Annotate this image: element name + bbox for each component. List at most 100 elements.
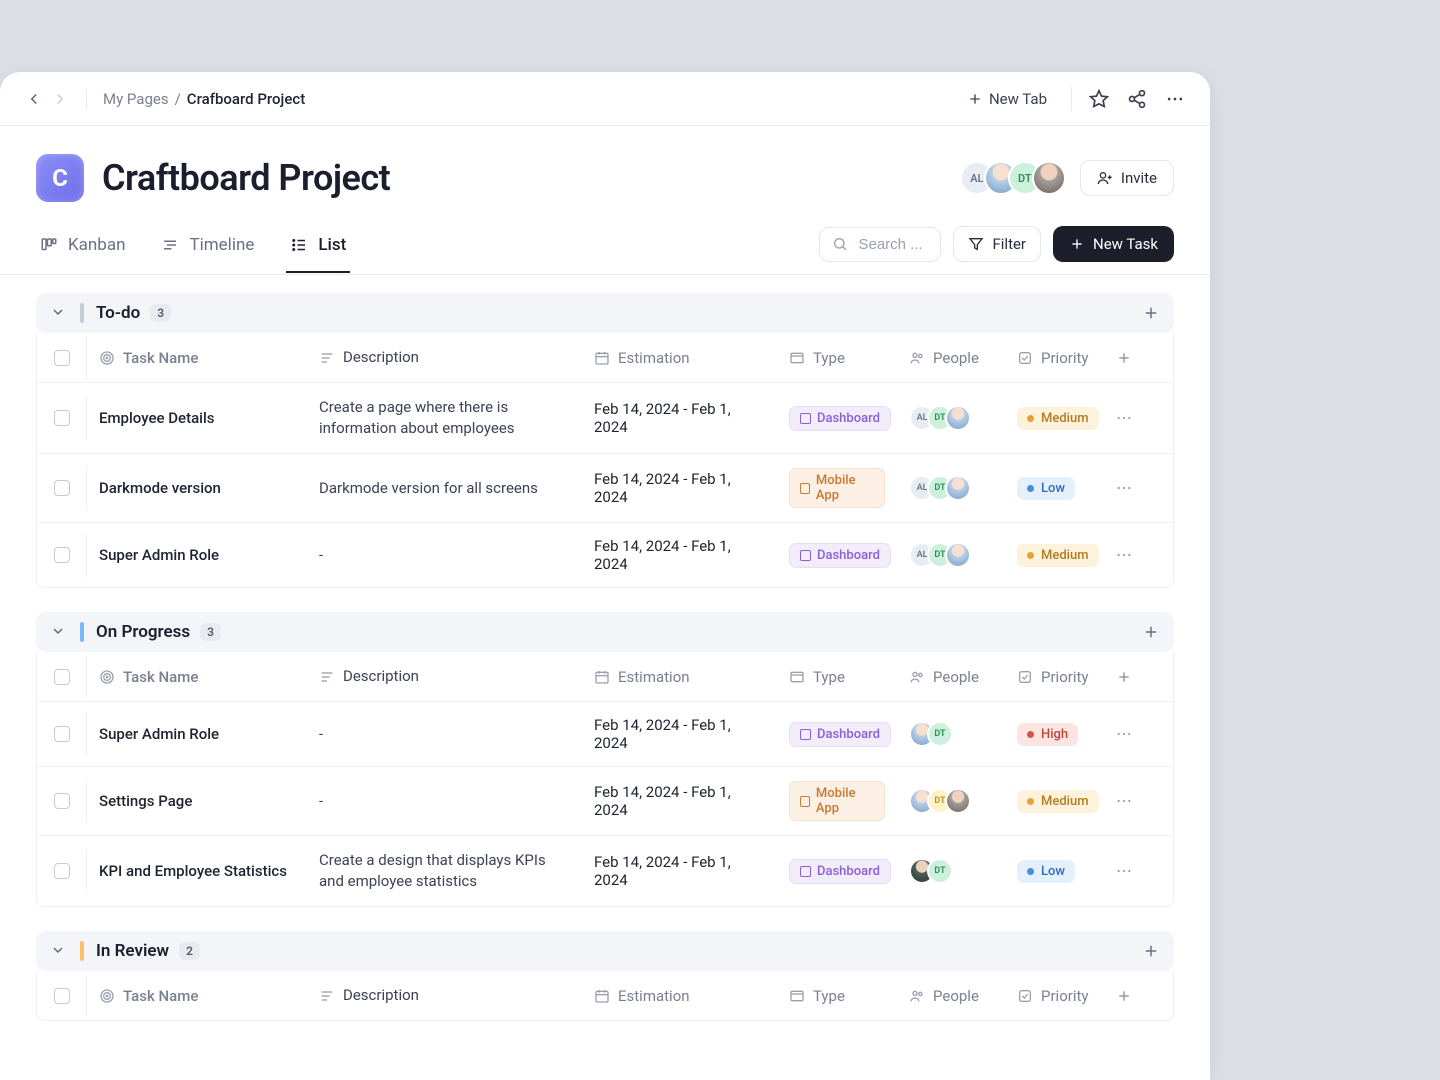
task-name: KPI and Employee Statistics	[87, 848, 307, 894]
header-taskname[interactable]: Task Name	[87, 335, 307, 381]
star-icon[interactable]	[1088, 88, 1110, 110]
header-priority[interactable]: Priority	[1005, 973, 1099, 1019]
header-estimation[interactable]: Estimation	[582, 973, 777, 1019]
assignee-avatars[interactable]: DT	[909, 858, 953, 884]
header-people[interactable]: People	[897, 973, 1005, 1019]
tab-list[interactable]: List	[286, 227, 350, 273]
row-more-icon[interactable]	[1099, 711, 1149, 757]
table-row[interactable]: Darkmode version Darkmode version for al…	[37, 453, 1173, 522]
filter-icon	[968, 236, 984, 252]
app-window: My Pages / Crafboard Project New Tab C C…	[0, 72, 1210, 1080]
table-row[interactable]: Super Admin Role - Feb 14, 2024 - Feb 1,…	[37, 701, 1173, 766]
row-checkbox[interactable]	[37, 849, 87, 893]
header-taskname[interactable]: Task Name	[87, 973, 307, 1019]
row-more-icon[interactable]	[1099, 532, 1149, 578]
avatar	[945, 405, 971, 431]
assignee-avatars[interactable]: DT	[909, 788, 971, 814]
type-tag: Mobile App	[789, 468, 885, 508]
assignee-avatars[interactable]: ALDT	[909, 405, 971, 431]
section-header[interactable]: On Progress 3	[36, 612, 1174, 652]
new-task-button[interactable]: New Task	[1053, 226, 1174, 262]
new-tab-label: New Tab	[989, 90, 1047, 108]
row-more-icon[interactable]	[1099, 848, 1149, 894]
section-progress: On Progress 3 Task Name Description Esti…	[36, 612, 1174, 907]
task-type: Dashboard	[777, 708, 897, 761]
header-people[interactable]: People	[897, 654, 1005, 700]
header-description[interactable]: Description	[307, 971, 582, 1020]
section-header[interactable]: To-do 3	[36, 293, 1174, 333]
header-add-column[interactable]	[1099, 655, 1149, 699]
task-name: Settings Page	[87, 778, 307, 824]
task-type: Dashboard	[777, 392, 897, 445]
section-header[interactable]: In Review 2	[36, 931, 1174, 971]
more-icon[interactable]	[1164, 88, 1186, 110]
tab-timeline[interactable]: Timeline	[157, 227, 258, 273]
header-description[interactable]: Description	[307, 652, 582, 701]
header-add-column[interactable]	[1099, 336, 1149, 380]
task-priority: Low	[1005, 463, 1099, 514]
row-checkbox[interactable]	[37, 533, 87, 577]
view-tabs: Kanban Timeline List	[36, 227, 350, 273]
breadcrumb-root[interactable]: My Pages	[103, 90, 169, 108]
row-checkbox[interactable]	[37, 466, 87, 510]
add-task-icon[interactable]	[1142, 304, 1160, 322]
content: To-do 3 Task Name Description Estimation…	[0, 275, 1210, 1021]
task-people: ALDT	[897, 528, 1005, 582]
header-estimation[interactable]: Estimation	[582, 335, 777, 381]
header-checkbox[interactable]	[37, 974, 87, 1018]
tab-timeline-label: Timeline	[189, 235, 254, 255]
assignee-avatars[interactable]: DT	[909, 721, 953, 747]
task-name: Darkmode version	[87, 465, 307, 511]
header-description[interactable]: Description	[307, 333, 582, 382]
row-checkbox[interactable]	[37, 396, 87, 440]
row-checkbox[interactable]	[37, 712, 87, 756]
table-row[interactable]: Super Admin Role - Feb 14, 2024 - Feb 1,…	[37, 522, 1173, 587]
table-header: Task Name Description Estimation Type Pe…	[37, 333, 1173, 382]
header-type[interactable]: Type	[777, 654, 897, 700]
header-type[interactable]: Type	[777, 973, 897, 1019]
header-checkbox[interactable]	[37, 336, 87, 380]
table-row[interactable]: Settings Page - Feb 14, 2024 - Feb 1, 20…	[37, 766, 1173, 835]
task-priority: Medium	[1005, 393, 1099, 444]
priority-tag: Low	[1017, 477, 1075, 500]
header-taskname[interactable]: Task Name	[87, 654, 307, 700]
assignee-avatars[interactable]: ALDT	[909, 475, 971, 501]
member-avatars[interactable]: AL DT	[960, 161, 1066, 195]
section-stripe	[80, 303, 84, 323]
assignee-avatars[interactable]: ALDT	[909, 542, 971, 568]
header-add-column[interactable]	[1099, 974, 1149, 1018]
nav-back-button[interactable]	[24, 89, 44, 109]
header-type[interactable]: Type	[777, 335, 897, 381]
share-icon[interactable]	[1126, 88, 1148, 110]
header-priority[interactable]: Priority	[1005, 335, 1099, 381]
task-description: Create a design that displays KPIs and e…	[307, 836, 582, 906]
task-name: Super Admin Role	[87, 532, 307, 578]
filter-button[interactable]: Filter	[953, 226, 1041, 262]
add-task-icon[interactable]	[1142, 942, 1160, 960]
table-row[interactable]: KPI and Employee Statistics Create a des…	[37, 835, 1173, 906]
header-priority[interactable]: Priority	[1005, 654, 1099, 700]
task-people: DT	[897, 774, 1005, 828]
add-task-icon[interactable]	[1142, 623, 1160, 641]
chevron-down-icon[interactable]	[50, 942, 68, 960]
row-more-icon[interactable]	[1099, 778, 1149, 824]
row-more-icon[interactable]	[1099, 465, 1149, 511]
row-checkbox[interactable]	[37, 779, 87, 823]
chevron-down-icon[interactable]	[50, 623, 68, 641]
task-description: -	[307, 777, 582, 826]
section-title: To-do	[96, 303, 140, 323]
new-task-label: New Task	[1093, 235, 1158, 253]
invite-button[interactable]: Invite	[1080, 160, 1174, 196]
row-more-icon[interactable]	[1099, 395, 1149, 441]
chevron-down-icon[interactable]	[50, 304, 68, 322]
new-tab-button[interactable]: New Tab	[959, 84, 1055, 114]
nav-forward-button[interactable]	[50, 89, 70, 109]
table-row[interactable]: Employee Details Create a page where the…	[37, 382, 1173, 453]
header-estimation[interactable]: Estimation	[582, 654, 777, 700]
search-input[interactable]	[858, 236, 928, 253]
section-review: In Review 2 Task Name Description Estima…	[36, 931, 1174, 1021]
header-people[interactable]: People	[897, 335, 1005, 381]
search-box[interactable]	[819, 227, 941, 262]
tab-kanban[interactable]: Kanban	[36, 227, 129, 273]
header-checkbox[interactable]	[37, 655, 87, 699]
